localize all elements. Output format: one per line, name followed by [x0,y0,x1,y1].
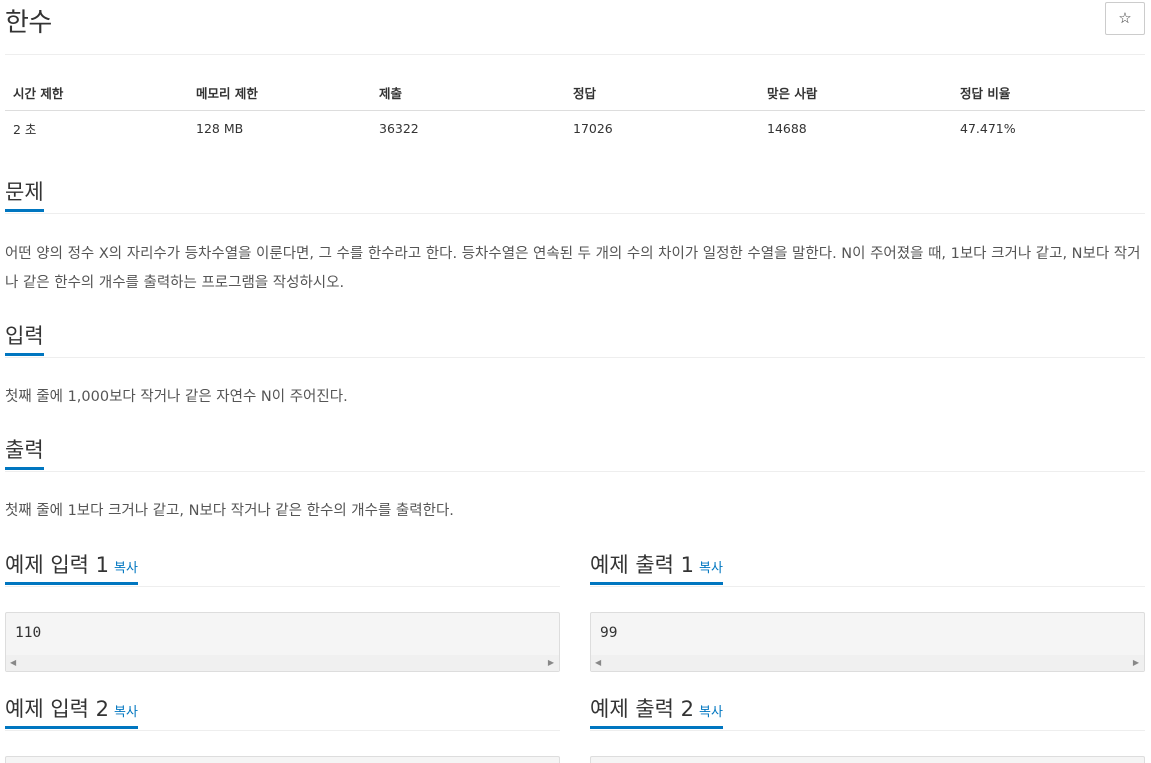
sample-output-1-title: 예제 출력 1 [590,553,694,577]
copy-sample-output-2-link[interactable]: 복사 [699,705,723,720]
info-header-row: 시간 제한 메모리 제한 제출 정답 맞은 사람 정답 비율 [5,76,1145,111]
header-accepted: 정답 [565,76,759,111]
value-submissions: 36322 [379,120,419,136]
sample-input-1-heading: 예제 입력 1 복사 [5,547,138,585]
header-time-limit: 시간 제한 [5,76,188,111]
input-text: 첫째 줄에 1,000보다 작거나 같은 자연수 N이 주어진다. [5,389,348,405]
sample-input-1-scrollbar[interactable]: ◀ ▶ [6,655,559,671]
description-section-header: 문제 [5,174,1145,214]
sample-output-1-code: 99 [600,625,618,641]
value-time-limit: 2 초 [13,121,37,137]
problem-info-table: 시간 제한 메모리 제한 제출 정답 맞은 사람 정답 비율 2 초 128 M… [5,76,1145,146]
output-heading: 출력 [5,432,44,470]
sample-output-1-scrollbar[interactable]: ◀ ▶ [591,655,1144,671]
header-solvers: 맞은 사람 [759,76,952,111]
sample-output-2-heading: 예제 출력 2 복사 [590,691,723,729]
sample-output-2-box[interactable] [590,756,1145,763]
value-accepted: 17026 [573,120,613,136]
output-section-header: 출력 [5,432,1145,472]
header-accept-ratio: 정답 비율 [952,76,1145,111]
copy-sample-input-1-link[interactable]: 복사 [114,561,138,576]
description-text: 어떤 양의 정수 X의 자리수가 등차수열을 이룬다면, 그 수를 한수라고 한… [5,246,1141,291]
sample-input-1-box[interactable]: 110 ◀ ▶ [5,612,560,672]
sample-output-1-box[interactable]: 99 ◀ ▶ [590,612,1145,672]
scroll-left-icon[interactable]: ◀ [595,658,601,668]
star-icon: ☆ [1118,10,1132,27]
value-solvers: 14688 [767,120,807,136]
header-memory-limit: 메모리 제한 [188,76,371,111]
sample-input-1-header: 예제 입력 1 복사 [5,547,560,587]
description-heading: 문제 [5,174,44,212]
sample-output-1-header: 예제 출력 1 복사 [590,547,1145,587]
scroll-right-icon[interactable]: ▶ [548,658,554,668]
sample-output-2-header: 예제 출력 2 복사 [590,691,1145,731]
scroll-right-icon[interactable]: ▶ [1133,658,1139,668]
header-submissions: 제출 [371,76,565,111]
scroll-left-icon[interactable]: ◀ [10,658,16,668]
title-divider [5,54,1145,55]
sample-input-2-header: 예제 입력 2 복사 [5,691,560,731]
sample-input-2-box[interactable] [5,756,560,763]
sample-output-1-heading: 예제 출력 1 복사 [590,547,723,585]
star-button[interactable]: ☆ [1105,2,1145,35]
copy-sample-input-2-link[interactable]: 복사 [114,705,138,720]
value-memory-limit: 128 MB [196,120,244,136]
copy-sample-output-1-link[interactable]: 복사 [699,561,723,576]
sample-input-1-title: 예제 입력 1 [5,553,109,577]
sample-input-1-code: 110 [15,625,42,641]
input-heading: 입력 [5,318,44,356]
info-value-row: 2 초 128 MB 36322 17026 14688 47.471% [5,110,1145,146]
sample-input-2-title: 예제 입력 2 [5,697,109,721]
input-section-header: 입력 [5,318,1145,358]
output-text: 첫째 줄에 1보다 크거나 같고, N보다 작거나 같은 한수의 개수를 출력한… [5,503,454,519]
sample-input-2-heading: 예제 입력 2 복사 [5,691,138,729]
value-accept-ratio: 47.471% [960,120,1016,136]
page-title: 한수 [5,8,52,38]
sample-output-2-title: 예제 출력 2 [590,697,694,721]
